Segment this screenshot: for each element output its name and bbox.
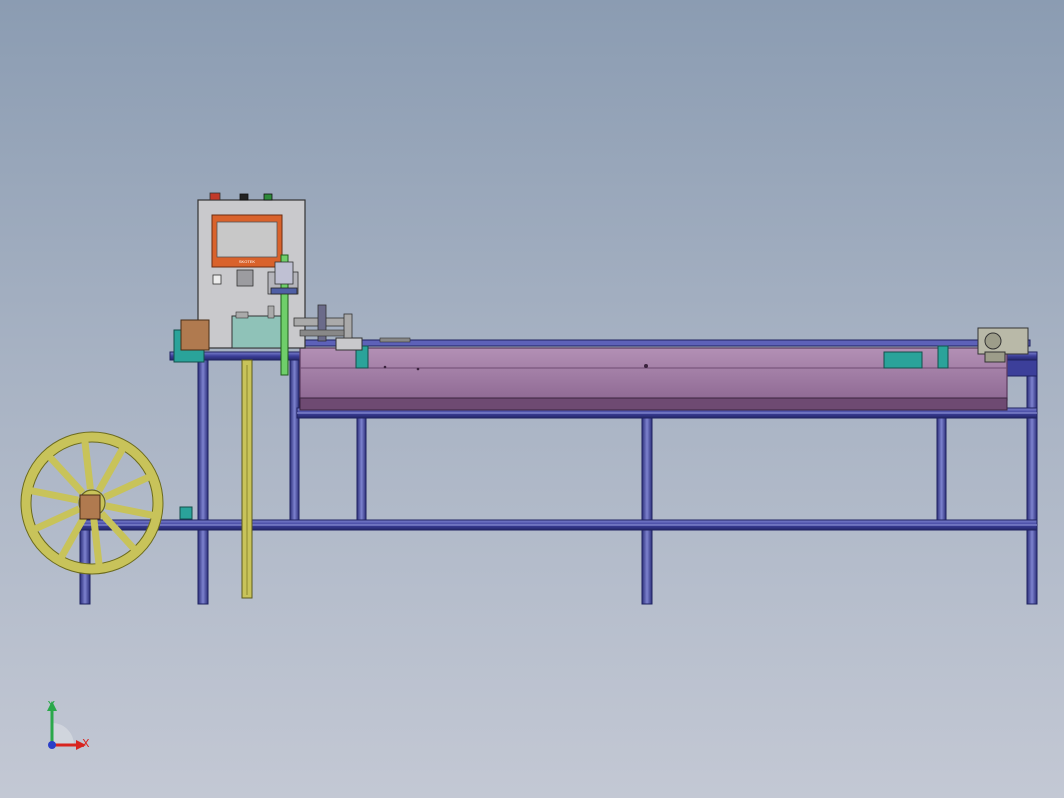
reel-spoke — [81, 441, 94, 490]
lower-beam — [79, 519, 1038, 531]
reel-spoke — [103, 474, 150, 501]
hanging-rod — [241, 359, 253, 599]
leg-inner-2 — [936, 409, 947, 531]
leg-bed-left — [289, 351, 300, 523]
reel-spoke — [105, 502, 154, 519]
cad-viewport[interactable]: SKOTEK Y X — [0, 0, 1064, 798]
wire-reel[interactable] — [20, 431, 193, 575]
brand-label: SKOTEK — [239, 259, 256, 264]
cabinet-top-button-red[interactable] — [209, 192, 221, 201]
hmi-screen[interactable] — [216, 221, 278, 258]
leg-inner-1 — [356, 409, 367, 531]
leg-right — [1026, 355, 1038, 605]
machine-model[interactable]: SKOTEK — [0, 0, 1064, 798]
cabinet-top-button-green[interactable] — [263, 193, 273, 201]
panel-switch-large[interactable] — [236, 269, 254, 287]
leg-cabinet — [197, 355, 209, 605]
coordinate-triad: Y X — [47, 699, 90, 750]
reel-spoke — [34, 505, 81, 532]
leg-middle — [641, 417, 653, 605]
left-feeder — [173, 319, 210, 363]
panel-switch-small[interactable] — [212, 274, 222, 285]
reel-spoke — [95, 447, 126, 493]
cabinet-top-button-black[interactable] — [239, 193, 249, 201]
reel-spoke — [30, 487, 79, 504]
y-axis-label: Y — [47, 699, 55, 712]
z-axis-icon — [48, 741, 56, 749]
reel-spoke — [98, 510, 137, 552]
x-axis-label: X — [82, 737, 90, 750]
reel-spoke — [47, 454, 86, 496]
